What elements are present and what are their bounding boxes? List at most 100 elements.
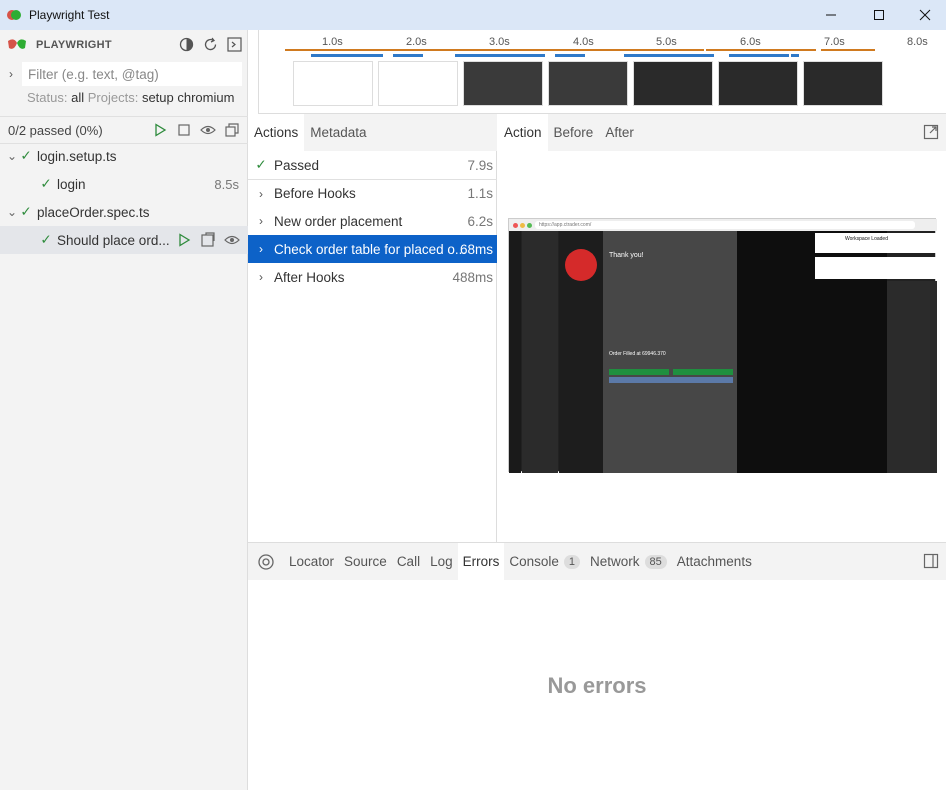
tree-item-file[interactable]: ⌄ ✓ placeOrder.spec.ts [0, 198, 248, 226]
tree-item-label: Should place ord... [57, 232, 170, 248]
tab-console[interactable]: Console 1 [504, 543, 585, 580]
action-label: Check order table for placed o... [274, 241, 467, 257]
chevron-right-icon[interactable]: › [0, 67, 22, 81]
tab-before[interactable]: Before [548, 114, 600, 151]
ok-button [609, 377, 733, 383]
run-all-icon[interactable] [152, 122, 168, 138]
filter-row: › [0, 62, 248, 86]
tab-errors[interactable]: Errors [457, 543, 505, 580]
timeline-bar [455, 54, 545, 57]
chevron-right-icon[interactable]: › [248, 187, 274, 201]
filmstrip-frame[interactable] [548, 61, 628, 106]
actions-panel: Actions Metadata ✓ Passed 7.9s › Before … [248, 114, 497, 542]
tab-log[interactable]: Log [425, 543, 458, 580]
test-duration: 8.5s [214, 176, 239, 192]
toggle-sidebar-icon[interactable] [923, 553, 939, 569]
timeline-bar [311, 54, 383, 57]
action-item-selected[interactable]: › Check order table for placed o... 68ms [248, 235, 497, 263]
tree-item-label: login [57, 176, 86, 192]
timeline-bar [285, 49, 704, 51]
close-dot-icon [513, 223, 518, 228]
tree-item-test[interactable]: ✓ login 8.5s [0, 170, 248, 198]
window-title: Playwright Test [29, 8, 110, 22]
action-item-passed[interactable]: ✓ Passed 7.9s [248, 151, 497, 179]
action-duration: 7.9s [467, 157, 493, 173]
tab-action[interactable]: Action [498, 114, 548, 151]
run-test-icon[interactable] [176, 232, 192, 248]
action-duration: 6.2s [467, 213, 493, 229]
tab-source[interactable]: Source [339, 543, 392, 580]
action-item[interactable]: › New order placement 6.2s [248, 207, 497, 235]
tab-after[interactable]: After [599, 114, 640, 151]
timeline-tick: 5.0s [656, 36, 677, 48]
check-icon: ✓ [40, 176, 52, 191]
action-item[interactable]: › Before Hooks 1.1s [248, 179, 497, 207]
watch-all-icon[interactable] [200, 122, 216, 138]
chevron-right-icon[interactable]: › [248, 270, 274, 284]
tab-locator[interactable]: Locator [284, 543, 339, 580]
chevron-down-icon[interactable]: ⌄ [5, 149, 19, 163]
status-projects-row: Status: all Projects: setup chromium [27, 90, 234, 105]
collapse-all-icon[interactable] [224, 122, 240, 138]
filmstrip-frame[interactable] [633, 61, 713, 106]
filmstrip-frame[interactable] [718, 61, 798, 106]
timeline-bar [624, 54, 714, 57]
pick-locator-icon[interactable] [257, 553, 275, 571]
status-value[interactable]: all [71, 90, 84, 105]
stop-icon[interactable] [176, 122, 192, 138]
action-duration: 68ms [459, 241, 493, 257]
toggle-output-button[interactable] [226, 36, 242, 52]
chevron-down-icon[interactable]: ⌄ [5, 205, 19, 219]
action-label: After Hooks [274, 269, 345, 285]
browser-chrome: https://app.ctrader.com/ [509, 219, 937, 231]
timeline-bar [393, 54, 423, 57]
open-in-new-window-icon[interactable] [923, 124, 939, 140]
action-item[interactable]: › After Hooks 488ms [248, 263, 497, 291]
url-bar: https://app.ctrader.com/ [535, 221, 915, 229]
timeline-bar [555, 54, 585, 57]
timeline-bar [729, 54, 789, 57]
window-titlebar: Playwright Test [0, 0, 946, 30]
playwright-logo-icon [8, 39, 26, 49]
timeline[interactable]: 1.0s 2.0s 3.0s 4.0s 5.0s 6.0s 7.0s 8.0s [258, 30, 946, 114]
minimize-button[interactable] [808, 0, 854, 30]
empty-errors-message: No errors [547, 673, 647, 698]
action-duration: 488ms [452, 269, 493, 285]
timeline-tick: 8.0s [907, 36, 928, 48]
filmstrip-frame[interactable] [293, 61, 373, 106]
timeline-tick: 7.0s [824, 36, 845, 48]
chevron-right-icon[interactable]: › [248, 214, 274, 228]
check-icon: ✓ [255, 157, 267, 172]
minimize-dot-icon [520, 223, 525, 228]
watch-test-icon[interactable] [224, 232, 240, 248]
passed-summary-row: 0/2 passed (0%) [0, 116, 248, 144]
playwright-logo-icon [7, 10, 21, 20]
reload-button[interactable] [202, 36, 218, 52]
tab-call[interactable]: Call [392, 543, 425, 580]
theme-toggle-button[interactable] [178, 36, 194, 52]
open-source-icon[interactable] [200, 232, 216, 248]
maximize-button[interactable] [856, 0, 902, 30]
action-label: Passed [274, 157, 320, 173]
tab-metadata[interactable]: Metadata [304, 114, 372, 151]
tree-item-file[interactable]: ⌄ ✓ login.setup.ts [0, 142, 248, 170]
brand-name: PLAYWRIGHT [36, 39, 112, 51]
tab-actions[interactable]: Actions [248, 114, 305, 151]
close-button[interactable] [902, 0, 946, 30]
filmstrip-frame[interactable] [378, 61, 458, 106]
snapshot-panel: Action Before After https://app.ctrader.… [498, 114, 946, 542]
tab-network[interactable]: Network 85 [585, 543, 672, 580]
check-icon: ✓ [20, 204, 32, 219]
tree-item-test-selected[interactable]: ✓ Should place ord... [0, 226, 248, 254]
maximize-dot-icon [527, 223, 532, 228]
reload-icon [204, 37, 216, 50]
snapshot-browser[interactable]: https://app.ctrader.com/ Thank you! Orde… [508, 218, 937, 473]
check-icon: ✓ [40, 232, 52, 247]
filmstrip-frame[interactable] [803, 61, 883, 106]
projects-value[interactable]: setup chromium [142, 90, 234, 105]
tab-attachments[interactable]: Attachments [672, 543, 757, 580]
console-count-badge: 1 [563, 554, 581, 569]
chevron-right-icon[interactable]: › [248, 242, 274, 256]
filmstrip-frame[interactable] [463, 61, 543, 106]
filter-input[interactable] [22, 62, 242, 86]
